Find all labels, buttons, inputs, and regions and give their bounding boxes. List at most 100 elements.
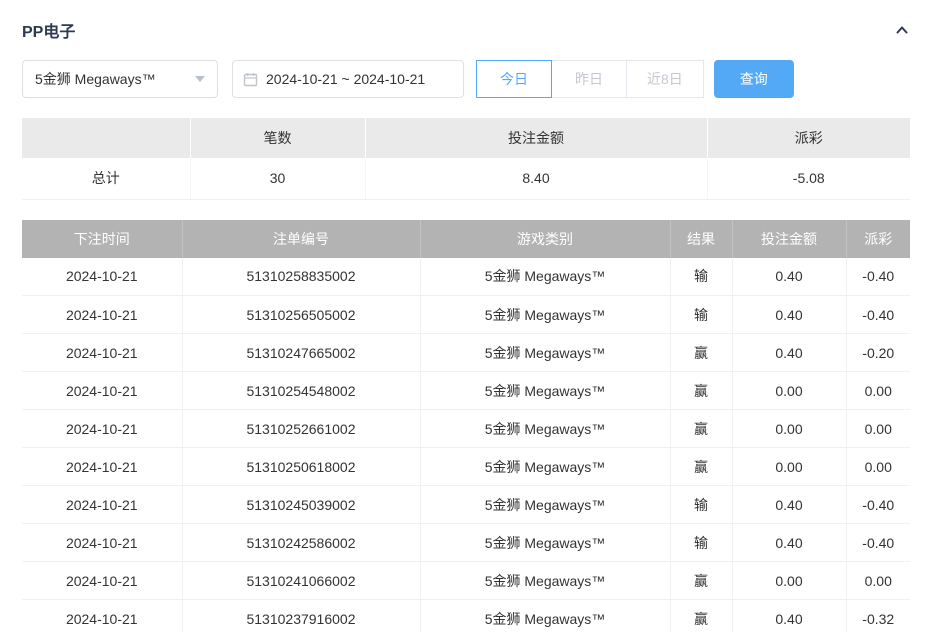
summary-header-row: 笔数投注金额派彩: [22, 118, 910, 158]
summary-table: 笔数投注金额派彩 总计 30 8.40 -5.08: [22, 118, 910, 200]
result: 输: [670, 524, 732, 562]
bet-time: 2024-10-21: [22, 562, 182, 600]
bet-column-header-0: 下注时间: [22, 220, 182, 258]
bet-table-header-row: 下注时间注单编号游戏类别结果投注金额派彩: [22, 220, 910, 258]
bet-amount: 0.40: [732, 600, 846, 632]
quick-range-button-0[interactable]: 今日: [476, 60, 552, 98]
summary-row-label: 总计: [22, 158, 190, 199]
bet-time: 2024-10-21: [22, 448, 182, 486]
bet-time: 2024-10-21: [22, 258, 182, 296]
payout: -0.40: [846, 296, 910, 334]
table-row: 2024-10-21513102506180025金狮 Megaways™赢0.…: [22, 448, 910, 486]
order-number: 51310245039002: [182, 486, 420, 524]
summary-column-header-1: 投注金额: [365, 118, 707, 158]
summary-column-header-0: 笔数: [190, 118, 365, 158]
bet-time: 2024-10-21: [22, 410, 182, 448]
filter-bar: 5金狮 Megaways™ 2024-10-21 ~ 2024-10-21 今日…: [22, 60, 910, 98]
result: 赢: [670, 334, 732, 372]
bet-time: 2024-10-21: [22, 334, 182, 372]
game-select[interactable]: 5金狮 Megaways™: [22, 60, 218, 98]
bet-amount: 0.00: [732, 562, 846, 600]
bet-amount: 0.00: [732, 448, 846, 486]
table-row: 2024-10-21513102588350025金狮 Megaways™输0.…: [22, 258, 910, 296]
result: 输: [670, 258, 732, 296]
payout: -0.32: [846, 600, 910, 632]
payout: -0.20: [846, 334, 910, 372]
bet-column-header-1: 注单编号: [182, 220, 420, 258]
bet-column-header-4: 投注金额: [732, 220, 846, 258]
payout: 0.00: [846, 372, 910, 410]
query-button[interactable]: 查询: [714, 60, 794, 98]
table-row: 2024-10-21513102379160025金狮 Megaways™赢0.…: [22, 600, 910, 632]
summary-bet-amount: 8.40: [365, 158, 707, 199]
panel-header: PP电子: [22, 18, 910, 42]
payout: -0.40: [846, 486, 910, 524]
result: 赢: [670, 600, 732, 632]
payout: -0.40: [846, 524, 910, 562]
game-category: 5金狮 Megaways™: [420, 448, 670, 486]
table-row: 2024-10-21513102526610025金狮 Megaways™赢0.…: [22, 410, 910, 448]
quick-range-group: 今日昨日近8日: [476, 60, 704, 98]
payout: -0.40: [846, 258, 910, 296]
payout: 0.00: [846, 410, 910, 448]
game-category: 5金狮 Megaways™: [420, 524, 670, 562]
result: 赢: [670, 562, 732, 600]
game-category: 5金狮 Megaways™: [420, 410, 670, 448]
table-row: 2024-10-21513102450390025金狮 Megaways™输0.…: [22, 486, 910, 524]
order-number: 51310258835002: [182, 258, 420, 296]
table-row: 2024-10-21513102565050025金狮 Megaways™输0.…: [22, 296, 910, 334]
summary-count: 30: [190, 158, 365, 199]
order-number: 51310254548002: [182, 372, 420, 410]
calendar-icon: [243, 72, 258, 87]
bet-column-header-2: 游戏类别: [420, 220, 670, 258]
game-category: 5金狮 Megaways™: [420, 600, 670, 632]
order-number: 51310242586002: [182, 524, 420, 562]
pp-panel: PP电子 5金狮 Megaways™ 2024-10-21 ~ 2024-10-…: [0, 0, 932, 632]
result: 输: [670, 486, 732, 524]
order-number: 51310252661002: [182, 410, 420, 448]
game-category: 5金狮 Megaways™: [420, 334, 670, 372]
payout: 0.00: [846, 562, 910, 600]
table-row: 2024-10-21513102545480025金狮 Megaways™赢0.…: [22, 372, 910, 410]
bet-amount: 0.40: [732, 296, 846, 334]
bet-time: 2024-10-21: [22, 486, 182, 524]
game-category: 5金狮 Megaways™: [420, 372, 670, 410]
page-title: PP电子: [22, 18, 75, 42]
bet-time: 2024-10-21: [22, 600, 182, 632]
order-number: 51310250618002: [182, 448, 420, 486]
bet-amount: 0.00: [732, 372, 846, 410]
date-range-value: 2024-10-21 ~ 2024-10-21: [266, 71, 425, 87]
bet-amount: 0.40: [732, 486, 846, 524]
game-category: 5金狮 Megaways™: [420, 258, 670, 296]
result: 赢: [670, 448, 732, 486]
bet-amount: 0.40: [732, 524, 846, 562]
order-number: 51310256505002: [182, 296, 420, 334]
bet-time: 2024-10-21: [22, 372, 182, 410]
quick-range-button-1[interactable]: 昨日: [551, 60, 627, 98]
table-row: 2024-10-21513102410660025金狮 Megaways™赢0.…: [22, 562, 910, 600]
chevron-up-icon[interactable]: [894, 22, 910, 38]
bet-amount: 0.40: [732, 258, 846, 296]
game-category: 5金狮 Megaways™: [420, 486, 670, 524]
result: 输: [670, 296, 732, 334]
result: 赢: [670, 410, 732, 448]
game-category: 5金狮 Megaways™: [420, 562, 670, 600]
game-select-value: 5金狮 Megaways™: [35, 69, 156, 89]
summary-column-header-2: 派彩: [707, 118, 910, 158]
table-row: 2024-10-21513102425860025金狮 Megaways™输0.…: [22, 524, 910, 562]
date-range-input[interactable]: 2024-10-21 ~ 2024-10-21: [232, 60, 464, 98]
bet-table: 下注时间注单编号游戏类别结果投注金额派彩 2024-10-21513102588…: [22, 220, 910, 632]
order-number: 51310247665002: [182, 334, 420, 372]
bet-column-header-5: 派彩: [846, 220, 910, 258]
summary-header-empty: [22, 118, 190, 158]
game-category: 5金狮 Megaways™: [420, 296, 670, 334]
chevron-down-icon: [195, 76, 205, 82]
bet-amount: 0.40: [732, 334, 846, 372]
table-row: 2024-10-21513102476650025金狮 Megaways™赢0.…: [22, 334, 910, 372]
payout: 0.00: [846, 448, 910, 486]
bet-amount: 0.00: [732, 410, 846, 448]
result: 赢: [670, 372, 732, 410]
bet-column-header-3: 结果: [670, 220, 732, 258]
order-number: 51310237916002: [182, 600, 420, 632]
quick-range-button-2[interactable]: 近8日: [626, 60, 704, 98]
